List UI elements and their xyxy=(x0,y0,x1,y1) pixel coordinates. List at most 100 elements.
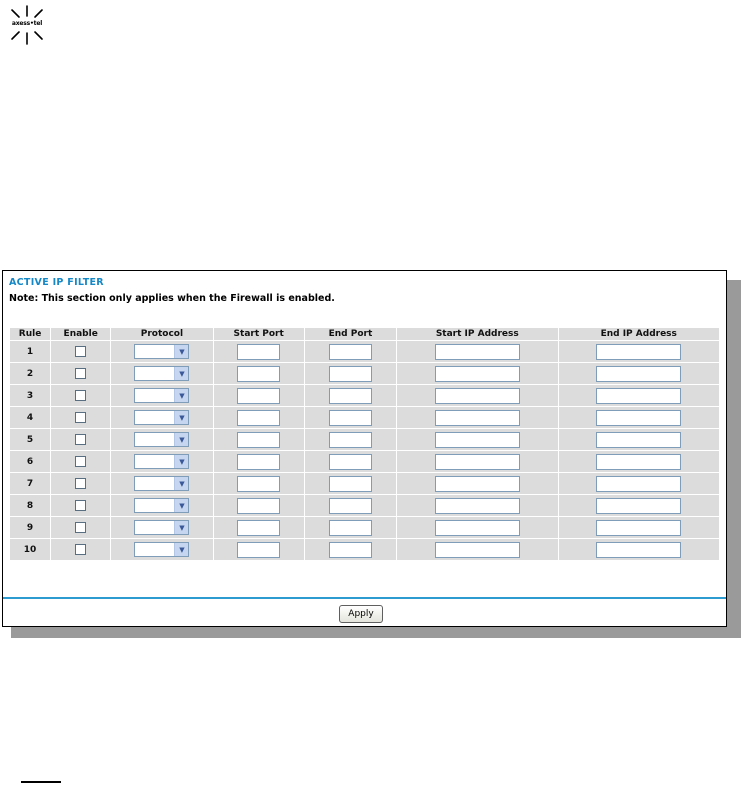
start-ip-input[interactable] xyxy=(434,475,520,492)
end-ip-cell xyxy=(558,429,719,450)
end-ip-input[interactable] xyxy=(596,519,682,536)
start-ip-input[interactable] xyxy=(434,497,520,514)
col-header-rule: Rule xyxy=(10,328,51,340)
end-port-cell xyxy=(304,385,397,406)
start-port-input[interactable] xyxy=(237,541,281,558)
firewall-note: Note: This section only applies when the… xyxy=(9,293,335,304)
rule-number: 1 xyxy=(10,341,51,362)
end-ip-input[interactable] xyxy=(596,387,682,404)
protocol-select[interactable]: ▼ xyxy=(134,410,190,425)
end-port-input[interactable] xyxy=(328,519,372,536)
start-ip-input[interactable] xyxy=(434,387,520,404)
end-ip-input[interactable] xyxy=(596,431,682,448)
start-ip-input[interactable] xyxy=(434,541,520,558)
protocol-cell: ▼ xyxy=(111,407,213,428)
chevron-down-icon[interactable]: ▼ xyxy=(174,411,189,424)
protocol-select[interactable]: ▼ xyxy=(134,476,190,491)
start-ip-input[interactable] xyxy=(434,453,520,470)
apply-button[interactable]: Apply xyxy=(339,605,383,623)
enable-cell xyxy=(51,363,111,384)
protocol-cell: ▼ xyxy=(111,385,213,406)
protocol-select[interactable]: ▼ xyxy=(134,454,190,469)
start-ip-cell xyxy=(397,473,558,494)
enable-checkbox[interactable] xyxy=(75,346,87,357)
end-ip-input[interactable] xyxy=(596,541,682,558)
rule-number: 6 xyxy=(10,451,51,472)
protocol-value xyxy=(135,367,174,380)
enable-checkbox[interactable] xyxy=(75,434,87,445)
end-port-input[interactable] xyxy=(328,409,372,426)
protocol-select[interactable]: ▼ xyxy=(134,520,190,535)
chevron-down-icon[interactable]: ▼ xyxy=(174,367,189,380)
protocol-select[interactable]: ▼ xyxy=(134,344,190,359)
end-port-input[interactable] xyxy=(328,475,372,492)
start-ip-cell xyxy=(397,363,558,384)
protocol-value xyxy=(135,455,174,468)
end-port-cell xyxy=(304,407,397,428)
end-port-input[interactable] xyxy=(328,387,372,404)
protocol-value xyxy=(135,389,174,402)
enable-checkbox[interactable] xyxy=(75,368,87,379)
end-port-input[interactable] xyxy=(328,431,372,448)
table-row: 1 ▼ xyxy=(10,341,719,362)
active-ip-filter-panel: ACTIVE IP FILTER Note: This section only… xyxy=(2,270,727,627)
start-port-input[interactable] xyxy=(237,519,281,536)
protocol-value xyxy=(135,411,174,424)
start-ip-input[interactable] xyxy=(434,431,520,448)
start-port-input[interactable] xyxy=(237,387,281,404)
end-ip-input[interactable] xyxy=(596,497,682,514)
enable-checkbox[interactable] xyxy=(75,544,87,555)
start-ip-input[interactable] xyxy=(434,365,520,382)
chevron-down-icon[interactable]: ▼ xyxy=(174,477,189,490)
end-ip-input[interactable] xyxy=(596,343,682,360)
end-ip-input[interactable] xyxy=(596,409,682,426)
start-port-input[interactable] xyxy=(237,365,281,382)
start-ip-input[interactable] xyxy=(434,343,520,360)
enable-checkbox[interactable] xyxy=(75,456,87,467)
start-port-cell xyxy=(213,539,304,560)
end-ip-cell xyxy=(558,473,719,494)
protocol-cell: ▼ xyxy=(111,539,213,560)
end-port-input[interactable] xyxy=(328,541,372,558)
protocol-cell: ▼ xyxy=(111,517,213,538)
end-port-input[interactable] xyxy=(328,343,372,360)
end-port-input[interactable] xyxy=(328,497,372,514)
protocol-select[interactable]: ▼ xyxy=(134,498,190,513)
start-port-input[interactable] xyxy=(237,431,281,448)
chevron-down-icon[interactable]: ▼ xyxy=(174,433,189,446)
col-header-start-ip: Start IP Address xyxy=(397,328,558,340)
chevron-down-icon[interactable]: ▼ xyxy=(174,543,189,556)
end-port-input[interactable] xyxy=(328,365,372,382)
enable-checkbox[interactable] xyxy=(75,390,87,401)
start-port-input[interactable] xyxy=(237,497,281,514)
enable-checkbox[interactable] xyxy=(75,522,87,533)
protocol-select[interactable]: ▼ xyxy=(134,388,190,403)
start-ip-cell xyxy=(397,429,558,450)
start-ip-input[interactable] xyxy=(434,409,520,426)
start-port-input[interactable] xyxy=(237,409,281,426)
chevron-down-icon[interactable]: ▼ xyxy=(174,521,189,534)
chevron-down-icon[interactable]: ▼ xyxy=(174,389,189,402)
protocol-select[interactable]: ▼ xyxy=(134,542,190,557)
chevron-down-icon[interactable]: ▼ xyxy=(174,499,189,512)
chevron-down-icon[interactable]: ▼ xyxy=(174,345,189,358)
start-port-input[interactable] xyxy=(237,453,281,470)
start-port-cell xyxy=(213,407,304,428)
end-ip-input[interactable] xyxy=(596,453,682,470)
start-ip-input[interactable] xyxy=(434,519,520,536)
enable-checkbox[interactable] xyxy=(75,478,87,489)
end-ip-input[interactable] xyxy=(596,365,682,382)
start-port-input[interactable] xyxy=(237,475,281,492)
protocol-value xyxy=(135,433,174,446)
table-row: 5 ▼ xyxy=(10,429,719,450)
protocol-select[interactable]: ▼ xyxy=(134,366,190,381)
enable-checkbox[interactable] xyxy=(75,500,87,511)
protocol-select[interactable]: ▼ xyxy=(134,432,190,447)
end-ip-input[interactable] xyxy=(596,475,682,492)
chevron-down-icon[interactable]: ▼ xyxy=(174,455,189,468)
enable-checkbox[interactable] xyxy=(75,412,87,423)
start-port-input[interactable] xyxy=(237,343,281,360)
end-ip-cell xyxy=(558,385,719,406)
end-port-input[interactable] xyxy=(328,453,372,470)
rule-number: 2 xyxy=(10,363,51,384)
